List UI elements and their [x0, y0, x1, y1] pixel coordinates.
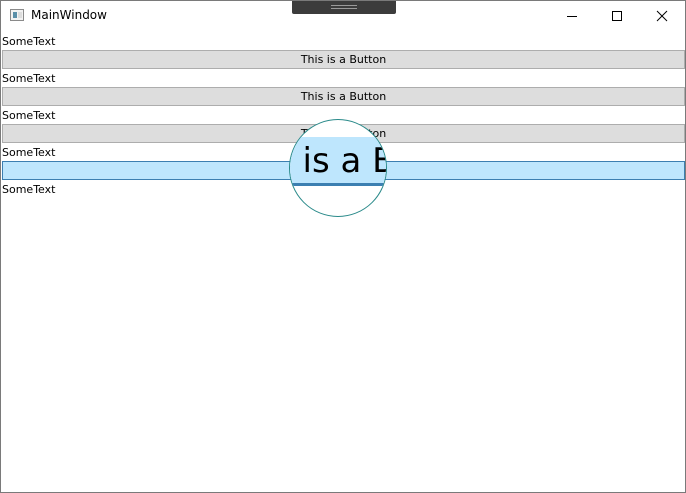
- magnifier-lens: s is a B: [289, 119, 387, 217]
- minimize-button[interactable]: [549, 1, 595, 31]
- text-label: SomeText: [2, 35, 56, 48]
- text-label: SomeText: [2, 72, 56, 85]
- close-icon: [656, 10, 668, 22]
- window-title: MainWindow: [31, 8, 107, 22]
- app-window-icon: [10, 9, 24, 21]
- drag-handle[interactable]: [292, 1, 396, 14]
- maximize-icon: [612, 11, 622, 21]
- close-button[interactable]: [639, 1, 685, 31]
- title-bar[interactable]: MainWindow: [1, 1, 685, 32]
- minimize-icon: [567, 16, 577, 17]
- magnified-text: s is a B: [290, 141, 386, 181]
- main-window: MainWindow SomeText This is a Button Som…: [0, 0, 686, 493]
- content-panel: SomeText This is a Button SomeText This …: [1, 32, 685, 492]
- maximize-button[interactable]: [594, 1, 640, 31]
- button-1[interactable]: This is a Button: [2, 50, 685, 69]
- button-2[interactable]: This is a Button: [2, 87, 685, 106]
